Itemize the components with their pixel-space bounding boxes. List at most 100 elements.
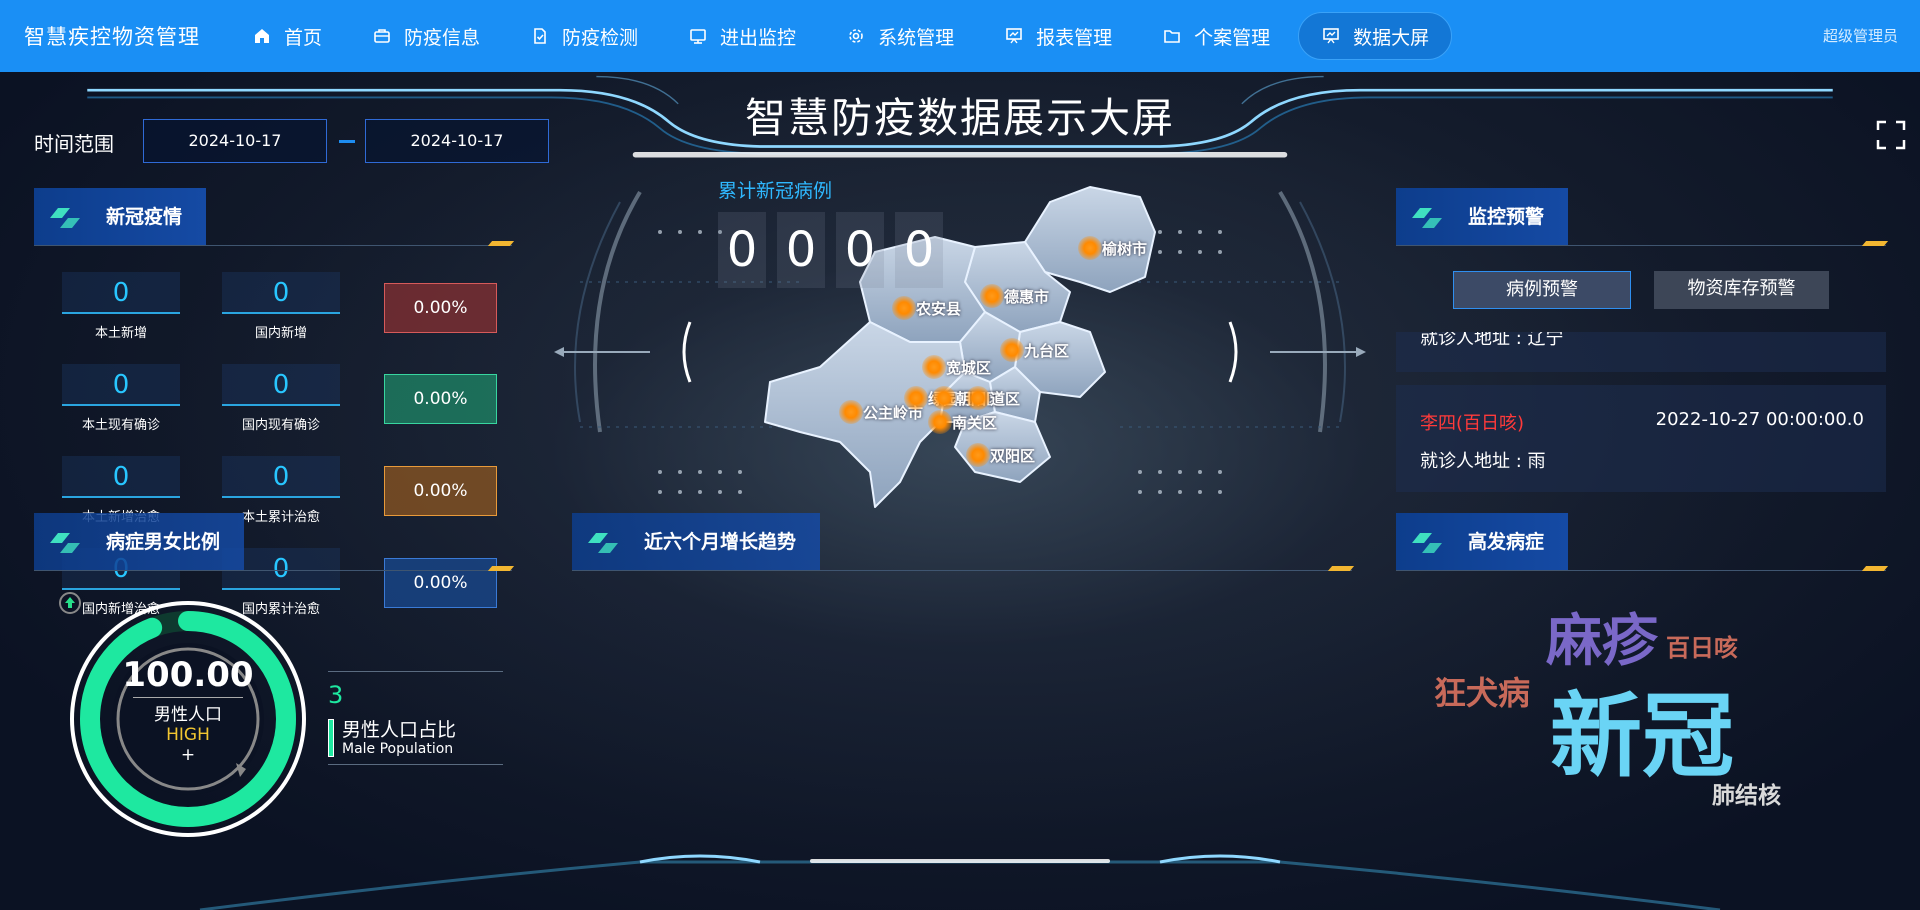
male-ratio-subtitle: Male Population bbox=[342, 741, 454, 757]
stat-value: 0 bbox=[62, 272, 180, 314]
city-marker-dot[interactable] bbox=[928, 410, 952, 434]
stat-value: 0 bbox=[62, 456, 180, 498]
counter-digit: 0 bbox=[836, 212, 884, 288]
city-marker-dot[interactable] bbox=[839, 400, 863, 424]
nav-item-dashboard[interactable]: 数据大屏 bbox=[1298, 12, 1453, 60]
counter-digit: 0 bbox=[777, 212, 825, 288]
city-marker-label: 榆树市 bbox=[1102, 240, 1148, 258]
nav-item-cases[interactable]: 个案管理 bbox=[1140, 12, 1292, 60]
alarm-patient-name: 李四(百日咳) bbox=[1420, 413, 1525, 434]
nav-item-epidemic-info[interactable]: 防疫信息 bbox=[350, 12, 502, 60]
nav-item-label: 防疫信息 bbox=[404, 26, 481, 49]
cumulative-cases-label: 累计新冠病例 bbox=[718, 180, 833, 202]
word-rabies: 狂犬病 bbox=[1434, 674, 1531, 712]
nav-item-home[interactable]: 首页 bbox=[230, 12, 344, 60]
header-accent bbox=[1327, 566, 1355, 571]
counter-digit: 0 bbox=[718, 212, 766, 288]
ratio-rule-top bbox=[328, 671, 503, 672]
city-marker-dot[interactable] bbox=[1078, 236, 1102, 260]
nav-item-label: 个案管理 bbox=[1194, 26, 1271, 49]
date-range-separator bbox=[339, 140, 355, 143]
word-pertussis: 百日咳 bbox=[1666, 634, 1738, 662]
city-marker-dot[interactable] bbox=[966, 386, 990, 410]
stat-label: 本土现有确诊 bbox=[81, 418, 160, 433]
bottom-frame-decoration bbox=[199, 854, 1721, 910]
ratio-rule-bottom bbox=[328, 764, 503, 765]
city-marker-label: 双阳区 bbox=[990, 447, 1036, 465]
trend-panel-label: 近六个月增长趋势 bbox=[644, 531, 797, 553]
top-nav: 智慧疾控物资管理 首页 防疫信息 防疫检测 进出监控 系统管理 报表管理 个案管… bbox=[0, 0, 1920, 72]
city-marker-label: 农安县 bbox=[916, 300, 962, 318]
nav-item-label: 防疫检测 bbox=[562, 26, 639, 49]
nav-item-epidemic-test[interactable]: 防疫检测 bbox=[508, 12, 660, 60]
dashboard-stage: 智慧防疫数据展示大屏 时间范围 2024-10-17 2024-10-17 新冠… bbox=[0, 72, 1920, 910]
panel-logo-icon bbox=[50, 208, 80, 228]
nav-item-label: 报表管理 bbox=[1036, 26, 1113, 49]
city-marker-dot[interactable] bbox=[904, 386, 928, 410]
gender-panel-header: 病症男女比例 bbox=[34, 513, 515, 571]
gear-icon bbox=[846, 26, 866, 46]
gauge-level: HIGH bbox=[166, 725, 210, 745]
fullscreen-icon[interactable] bbox=[1876, 120, 1906, 150]
nav-item-label: 数据大屏 bbox=[1353, 26, 1430, 49]
monitor-icon bbox=[688, 26, 708, 46]
alarm-panel-header: 监控预警 bbox=[1396, 188, 1889, 246]
male-ratio-card: 3 男性人口占比 Male Population bbox=[328, 671, 503, 765]
document-check-icon bbox=[530, 26, 550, 46]
panel-logo-icon bbox=[588, 533, 618, 553]
city-marker-dot[interactable] bbox=[980, 284, 1004, 308]
epidemic-panel-header: 新冠疫情 bbox=[34, 188, 515, 246]
city-marker-dot[interactable] bbox=[922, 355, 946, 379]
gauge-value: 100.00 bbox=[122, 655, 254, 695]
alarm-panel-label: 监控预警 bbox=[1468, 206, 1545, 228]
tab-case-alarm[interactable]: 病例预警 bbox=[1453, 271, 1631, 309]
alarm-panel-title: 监控预警 bbox=[1396, 188, 1569, 246]
city-marker-label: 南关区 bbox=[952, 414, 998, 432]
ratio-bar bbox=[328, 719, 334, 757]
end-date-input[interactable]: 2024-10-17 bbox=[365, 119, 549, 163]
disease-panel-header: 高发病症 bbox=[1396, 513, 1889, 571]
chart-board-icon bbox=[1321, 26, 1341, 46]
brand-title: 智慧疾控物资管理 bbox=[24, 25, 200, 49]
nav-item-label: 系统管理 bbox=[878, 26, 955, 49]
stat-value: 0 bbox=[222, 364, 340, 406]
header-accent bbox=[487, 241, 515, 246]
start-date-input[interactable]: 2024-10-17 bbox=[143, 119, 327, 163]
header-rule bbox=[1396, 245, 1886, 246]
gauge-center: 100.00 男性人口 HIGH + bbox=[68, 655, 308, 765]
city-marker-label: 宽城区 bbox=[946, 359, 992, 377]
time-range-label: 时间范围 bbox=[34, 132, 114, 156]
city-marker-dot[interactable] bbox=[892, 296, 916, 320]
stat-domestic-current: 0 国内现有确诊 bbox=[222, 364, 340, 433]
tab-stock-alarm[interactable]: 物资库存预警 bbox=[1654, 271, 1829, 309]
counter-digit: 0 bbox=[895, 212, 943, 288]
header-accent bbox=[1861, 241, 1889, 246]
city-marker-dot[interactable] bbox=[932, 386, 956, 410]
stat-domestic-new: 0 国内新增 bbox=[222, 272, 340, 341]
chart-board-icon bbox=[1004, 26, 1024, 46]
gauge-label: 男性人口 bbox=[154, 705, 222, 725]
user-name[interactable]: 超级管理员 bbox=[1823, 25, 1898, 46]
gauge-plus: + bbox=[180, 745, 196, 765]
nav-item-reports[interactable]: 报表管理 bbox=[982, 12, 1134, 60]
male-ratio-title: 男性人口占比 bbox=[342, 719, 457, 741]
header-accent bbox=[487, 566, 515, 571]
home-icon bbox=[252, 26, 272, 46]
header-rule bbox=[34, 570, 512, 571]
word-covid: 新冠 bbox=[1550, 683, 1735, 790]
epidemic-panel-title: 新冠疫情 bbox=[34, 188, 207, 246]
city-marker-dot[interactable] bbox=[966, 443, 990, 467]
city-marker-dot[interactable] bbox=[1000, 338, 1024, 362]
stat-label: 国内新增 bbox=[254, 326, 307, 341]
stat-value: 0 bbox=[222, 272, 340, 314]
gauge-divider bbox=[133, 697, 243, 698]
stat-label: 本土新增 bbox=[94, 326, 147, 341]
panel-logo-icon bbox=[1412, 533, 1442, 553]
folder-icon bbox=[1162, 26, 1182, 46]
nav-item-system[interactable]: 系统管理 bbox=[824, 12, 976, 60]
alarm-time: 2022-10-27 00:00:00.0 bbox=[1655, 409, 1864, 430]
percent-badge: 0.00% bbox=[384, 283, 497, 333]
nav-item-access-monitor[interactable]: 进出监控 bbox=[666, 12, 818, 60]
header-rule bbox=[34, 245, 512, 246]
disease-panel-title: 高发病症 bbox=[1396, 513, 1569, 571]
